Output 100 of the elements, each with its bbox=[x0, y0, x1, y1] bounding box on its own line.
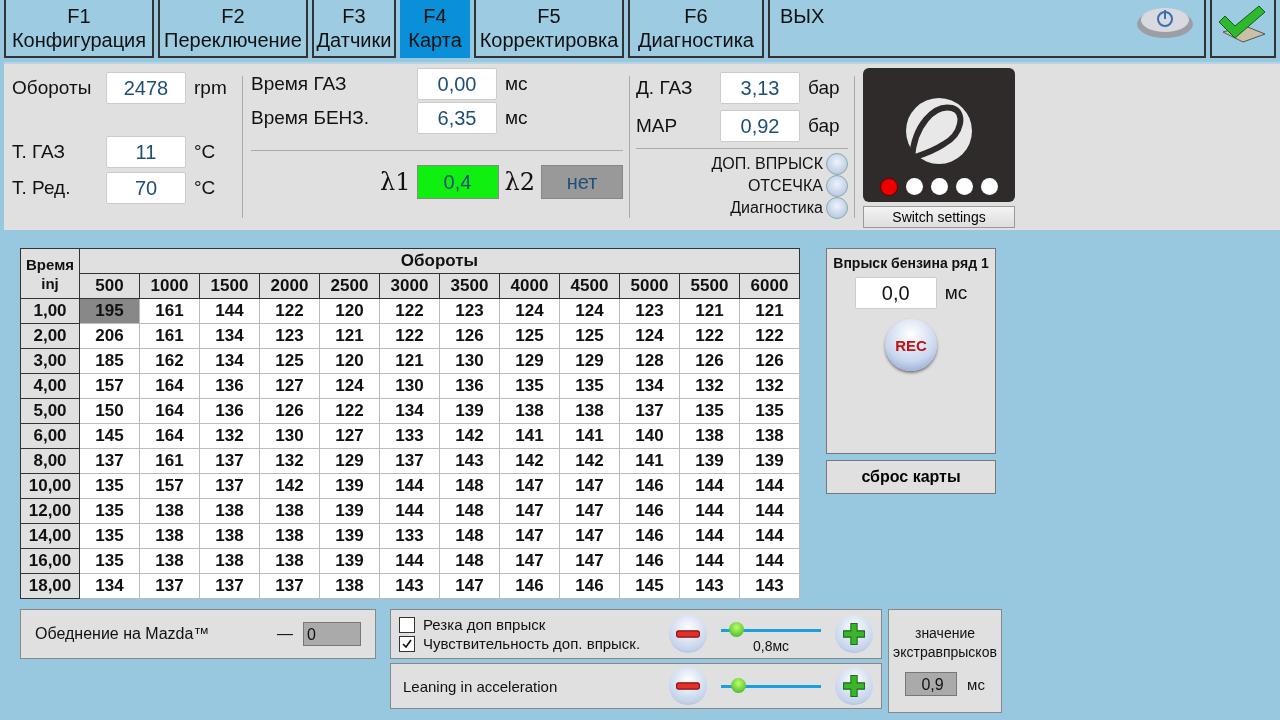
table-cell[interactable]: 142 bbox=[259, 473, 320, 499]
table-cell[interactable]: 144 bbox=[739, 498, 800, 524]
table-cell[interactable]: 144 bbox=[199, 298, 260, 324]
table-cell[interactable]: 137 bbox=[199, 448, 260, 474]
minus-button[interactable] bbox=[669, 667, 707, 705]
table-cell[interactable]: 161 bbox=[139, 448, 200, 474]
table-cell[interactable]: 145 bbox=[79, 423, 140, 449]
table-cell[interactable]: 138 bbox=[259, 498, 320, 524]
table-cell[interactable]: 146 bbox=[619, 523, 680, 549]
table-cell[interactable]: 147 bbox=[499, 548, 560, 574]
table-cell[interactable]: 122 bbox=[379, 298, 440, 324]
table-cell[interactable]: 138 bbox=[499, 398, 560, 424]
table-cell[interactable]: 122 bbox=[259, 298, 320, 324]
tab[interactable]: F3 Датчики bbox=[312, 0, 396, 58]
table-cell[interactable]: 125 bbox=[499, 323, 560, 349]
table-cell[interactable]: 134 bbox=[379, 398, 440, 424]
table-cell[interactable]: 138 bbox=[739, 423, 800, 449]
table-cell[interactable]: 135 bbox=[79, 473, 140, 499]
table-cell[interactable]: 120 bbox=[319, 298, 380, 324]
table-cell[interactable]: 132 bbox=[259, 448, 320, 474]
table-cell[interactable]: 144 bbox=[379, 473, 440, 499]
table-cell[interactable]: 120 bbox=[319, 348, 380, 374]
table-cell[interactable]: 138 bbox=[559, 398, 620, 424]
table-cell[interactable]: 127 bbox=[319, 423, 380, 449]
table-cell[interactable]: 144 bbox=[679, 473, 740, 499]
table-cell[interactable]: 148 bbox=[439, 498, 500, 524]
table-cell[interactable]: 185 bbox=[79, 348, 140, 374]
table-cell[interactable]: 139 bbox=[319, 498, 380, 524]
table-cell[interactable]: 138 bbox=[199, 523, 260, 549]
table-cell[interactable]: 135 bbox=[79, 523, 140, 549]
table-cell[interactable]: 128 bbox=[619, 348, 680, 374]
table-cell[interactable]: 142 bbox=[499, 448, 560, 474]
table-cell[interactable]: 138 bbox=[259, 548, 320, 574]
table-cell[interactable]: 123 bbox=[439, 298, 500, 324]
table-cell[interactable]: 146 bbox=[559, 573, 620, 599]
table-cell[interactable]: 144 bbox=[679, 498, 740, 524]
table-cell[interactable]: 164 bbox=[139, 398, 200, 424]
table-cell[interactable]: 124 bbox=[559, 298, 620, 324]
table-cell[interactable]: 138 bbox=[319, 573, 380, 599]
table-cell[interactable]: 139 bbox=[439, 398, 500, 424]
table-cell[interactable]: 121 bbox=[319, 323, 380, 349]
table-cell[interactable]: 136 bbox=[439, 373, 500, 399]
table-cell[interactable]: 123 bbox=[259, 323, 320, 349]
table-cell[interactable]: 124 bbox=[499, 298, 560, 324]
table-cell[interactable]: 125 bbox=[559, 323, 620, 349]
table-cell[interactable]: 132 bbox=[679, 373, 740, 399]
table-cell[interactable]: 147 bbox=[439, 573, 500, 599]
table-cell[interactable]: 143 bbox=[679, 573, 740, 599]
table-cell[interactable]: 130 bbox=[439, 348, 500, 374]
table-cell[interactable]: 147 bbox=[559, 523, 620, 549]
table-cell[interactable]: 162 bbox=[139, 348, 200, 374]
table-cell[interactable]: 144 bbox=[379, 498, 440, 524]
table-cell[interactable]: 139 bbox=[319, 523, 380, 549]
checkbox[interactable] bbox=[399, 635, 415, 652]
table-cell[interactable]: 134 bbox=[199, 348, 260, 374]
table-cell[interactable]: 126 bbox=[679, 348, 740, 374]
table-cell[interactable]: 142 bbox=[559, 448, 620, 474]
table-cell[interactable]: 161 bbox=[139, 298, 200, 324]
table-cell[interactable]: 143 bbox=[379, 573, 440, 599]
table-cell[interactable]: 136 bbox=[199, 398, 260, 424]
table-cell[interactable]: 145 bbox=[619, 573, 680, 599]
table-cell[interactable]: 134 bbox=[619, 373, 680, 399]
table-cell[interactable]: 132 bbox=[739, 373, 800, 399]
table-cell[interactable]: 144 bbox=[739, 473, 800, 499]
table-cell[interactable]: 206 bbox=[79, 323, 140, 349]
table-cell[interactable]: 125 bbox=[259, 348, 320, 374]
table-cell[interactable]: 127 bbox=[259, 373, 320, 399]
table-cell[interactable]: 139 bbox=[679, 448, 740, 474]
table-cell[interactable]: 148 bbox=[439, 548, 500, 574]
table-cell[interactable]: 146 bbox=[619, 498, 680, 524]
tab[interactable]: F5 Корректировка bbox=[474, 0, 624, 58]
table-cell[interactable]: 134 bbox=[199, 323, 260, 349]
table-cell[interactable]: 148 bbox=[439, 473, 500, 499]
table-cell[interactable]: 138 bbox=[199, 548, 260, 574]
tab[interactable]: F2 Переключение bbox=[158, 0, 308, 58]
table-cell[interactable]: 135 bbox=[79, 548, 140, 574]
table-cell[interactable]: 133 bbox=[379, 423, 440, 449]
table-cell[interactable]: 121 bbox=[679, 298, 740, 324]
checkbox[interactable] bbox=[399, 616, 415, 633]
reset-map-button[interactable]: сброс карты bbox=[826, 460, 996, 494]
table-cell[interactable]: 137 bbox=[259, 573, 320, 599]
table-cell[interactable]: 122 bbox=[319, 398, 380, 424]
table-cell[interactable]: 134 bbox=[79, 573, 140, 599]
table-cell[interactable]: 147 bbox=[559, 473, 620, 499]
table-cell[interactable]: 157 bbox=[79, 373, 140, 399]
table-cell[interactable]: 137 bbox=[619, 398, 680, 424]
table-cell[interactable]: 138 bbox=[139, 498, 200, 524]
table-cell[interactable]: 129 bbox=[319, 448, 380, 474]
table-cell[interactable]: 122 bbox=[679, 323, 740, 349]
table-cell[interactable]: 147 bbox=[499, 473, 560, 499]
slider-thumb[interactable] bbox=[729, 621, 744, 637]
table-cell[interactable]: 146 bbox=[499, 573, 560, 599]
table-cell[interactable]: 142 bbox=[439, 423, 500, 449]
table-cell[interactable]: 132 bbox=[199, 423, 260, 449]
table-cell[interactable]: 130 bbox=[379, 373, 440, 399]
table-cell[interactable]: 122 bbox=[379, 323, 440, 349]
table-cell[interactable]: 139 bbox=[319, 548, 380, 574]
rec-button[interactable]: REC bbox=[885, 319, 937, 371]
table-cell[interactable]: 126 bbox=[439, 323, 500, 349]
plus-button[interactable] bbox=[835, 667, 873, 705]
